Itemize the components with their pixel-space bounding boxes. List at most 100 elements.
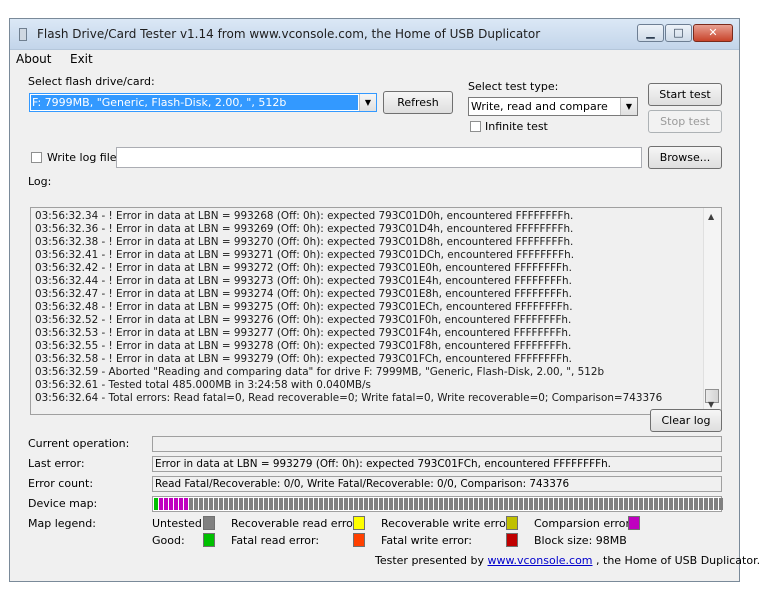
chevron-down-icon[interactable]: ▼ <box>620 98 637 115</box>
device-map-block-untested <box>304 498 308 510</box>
device-map-block-untested <box>434 498 438 510</box>
log-line: 03:56:32.61 - Tested total 485.000MB in … <box>35 379 371 391</box>
drive-select-label: Select flash drive/card: <box>28 75 155 88</box>
close-button[interactable]: ✕ <box>693 24 733 42</box>
chevron-down-icon[interactable]: ▼ <box>359 94 376 111</box>
legend-untested-swatch <box>203 516 215 530</box>
device-map-block-untested <box>419 498 423 510</box>
device-map-block-untested <box>424 498 428 510</box>
device-map-block-untested <box>499 498 503 510</box>
device-map-block-untested <box>414 498 418 510</box>
scroll-up-icon[interactable]: ▲ <box>708 212 714 221</box>
test-type-select[interactable]: Write, read and compare ▼ <box>468 97 638 116</box>
device-map-block-untested <box>214 498 218 510</box>
device-map-block-untested <box>319 498 323 510</box>
device-map-block-untested <box>599 498 603 510</box>
device-map-block-untested <box>209 498 213 510</box>
menu-about[interactable]: About <box>16 52 51 66</box>
log-line: 03:56:32.58 - ! Error in data at LBN = 9… <box>35 353 572 365</box>
log-line: 03:56:32.64 - Total errors: Read fatal=0… <box>35 392 663 404</box>
block-size-label: Block size: 98MB <box>534 534 627 547</box>
menu-bar: About Exit <box>10 50 739 68</box>
device-map-block-untested <box>259 498 263 510</box>
device-map-block-untested <box>444 498 448 510</box>
log-textarea[interactable]: 03:56:32.34 - ! Error in data at LBN = 9… <box>30 207 722 415</box>
device-map-block-untested <box>564 498 568 510</box>
device-map <box>152 496 723 512</box>
device-map-block-untested <box>544 498 548 510</box>
vconsole-link[interactable]: www.vconsole.com <box>488 554 593 567</box>
device-map-block-untested <box>494 498 498 510</box>
error-count-field: Read Fatal/Recoverable: 0/0, Write Fatal… <box>152 476 722 492</box>
device-map-block-untested <box>574 498 578 510</box>
device-map-block-untested <box>584 498 588 510</box>
device-map-block-untested <box>264 498 268 510</box>
write-log-checkbox[interactable] <box>31 152 42 163</box>
device-map-block-untested <box>704 498 708 510</box>
device-map-block-untested <box>344 498 348 510</box>
device-map-block-untested <box>189 498 193 510</box>
device-map-block-untested <box>664 498 668 510</box>
device-map-block-untested <box>279 498 283 510</box>
device-map-block-untested <box>684 498 688 510</box>
log-line: 03:56:32.44 - ! Error in data at LBN = 9… <box>35 275 572 287</box>
device-map-block-untested <box>659 498 663 510</box>
legend-good-swatch <box>203 533 215 547</box>
test-type-value: Write, read and compare <box>471 100 608 113</box>
device-map-block-untested <box>674 498 678 510</box>
device-map-block-untested <box>364 498 368 510</box>
drive-select-value: F: 7999MB, "Generic, Flash-Disk, 2.00, "… <box>31 95 358 110</box>
legend-comparison-label: Comparsion error: <box>534 517 634 530</box>
stop-test-button[interactable]: Stop test <box>648 110 722 133</box>
device-map-block-untested <box>299 498 303 510</box>
device-map-block-comparison-error <box>184 498 188 510</box>
scroll-down-icon[interactable]: ▼ <box>708 400 714 409</box>
device-map-block-untested <box>239 498 243 510</box>
log-line: 03:56:32.47 - ! Error in data at LBN = 9… <box>35 288 572 300</box>
legend-fatal-read-swatch <box>353 533 365 547</box>
device-map-block-untested <box>399 498 403 510</box>
legend-recoverable-read-swatch <box>353 516 365 530</box>
clear-log-button[interactable]: Clear log <box>650 409 722 432</box>
device-map-block-comparison-error <box>169 498 173 510</box>
footer-prefix: Tester presented by <box>375 554 488 567</box>
device-map-block-untested <box>699 498 703 510</box>
refresh-button[interactable]: Refresh <box>383 91 453 114</box>
menu-exit[interactable]: Exit <box>70 52 93 66</box>
maximize-button[interactable]: □ <box>665 24 692 42</box>
write-log-label: Write log file <box>47 151 117 164</box>
log-file-path-input[interactable] <box>116 147 642 168</box>
device-map-block-untested <box>689 498 693 510</box>
drive-select[interactable]: F: 7999MB, "Generic, Flash-Disk, 2.00, "… <box>29 93 377 112</box>
log-line: 03:56:32.36 - ! Error in data at LBN = 9… <box>35 223 574 235</box>
device-map-block-untested <box>354 498 358 510</box>
infinite-test-checkbox[interactable] <box>470 121 481 132</box>
device-map-block-untested <box>334 498 338 510</box>
device-map-block-untested <box>534 498 538 510</box>
device-map-block-untested <box>639 498 643 510</box>
log-line: 03:56:32.48 - ! Error in data at LBN = 9… <box>35 301 573 313</box>
log-scrollbar[interactable]: ▲ ▼ <box>703 208 721 414</box>
device-map-block-untested <box>274 498 278 510</box>
device-map-block-untested <box>709 498 713 510</box>
device-map-block-untested <box>569 498 573 510</box>
device-map-block-untested <box>449 498 453 510</box>
minimize-button[interactable]: ▁ <box>637 24 664 42</box>
device-map-block-untested <box>519 498 523 510</box>
device-map-block-untested <box>394 498 398 510</box>
infinite-test-label: Infinite test <box>485 120 548 133</box>
log-line: 03:56:32.42 - ! Error in data at LBN = 9… <box>35 262 572 274</box>
start-test-button[interactable]: Start test <box>648 83 722 106</box>
usb-drive-icon <box>19 28 27 41</box>
device-map-block-comparison-error <box>159 498 163 510</box>
browse-button[interactable]: Browse... <box>648 146 722 169</box>
error-count-label: Error count: <box>28 477 94 490</box>
device-map-block-untested <box>369 498 373 510</box>
device-map-block-untested <box>524 498 528 510</box>
device-map-block-untested <box>554 498 558 510</box>
device-map-block-untested <box>479 498 483 510</box>
device-map-block-untested <box>594 498 598 510</box>
legend-good-label: Good: <box>152 534 185 547</box>
device-map-block-untested <box>454 498 458 510</box>
log-line: 03:56:32.53 - ! Error in data at LBN = 9… <box>35 327 572 339</box>
